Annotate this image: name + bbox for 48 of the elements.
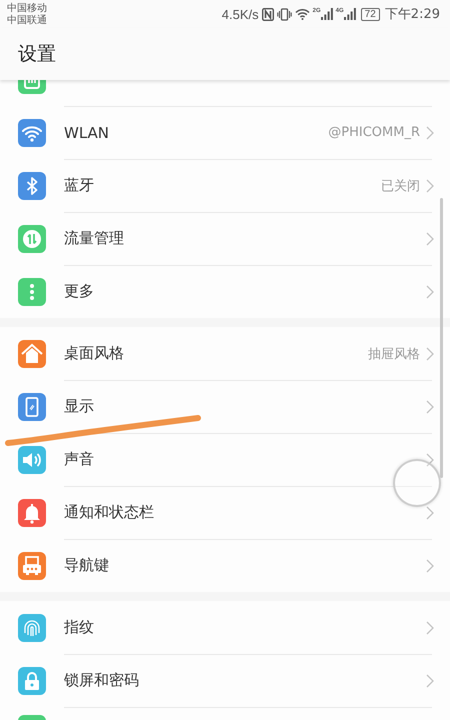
chevron-icon: [426, 506, 434, 520]
item-label: 通知和状态栏: [64, 503, 154, 522]
chevron-icon: [426, 346, 434, 360]
settings-item[interactable]: 声音: [0, 433, 450, 486]
network-speed: 4.5K/s: [222, 6, 259, 22]
settings-item[interactable]: 锁屏和密码: [0, 654, 450, 707]
chevron-icon: [426, 400, 434, 414]
item-label: 更多: [64, 282, 94, 301]
signal-icon: [320, 8, 333, 20]
chevron-icon: [426, 126, 434, 140]
settings-item[interactable]: 通知和状态栏: [0, 486, 450, 539]
item-value: 抽屉风格: [368, 346, 420, 362]
item-value: 已关闭: [381, 178, 420, 194]
clock: 下午2:29: [384, 6, 440, 23]
item-label: 锁屏和密码: [64, 671, 139, 690]
chevron-icon: [426, 232, 434, 246]
chevron-icon: [426, 178, 434, 192]
item-label: 桌面风格: [64, 344, 124, 363]
settings-item[interactable]: 导航键: [0, 539, 450, 592]
nfc-icon: [262, 8, 274, 20]
vibrate-icon: [276, 8, 292, 20]
signal-icon: [344, 8, 356, 20]
settings-item[interactable]: 显示: [0, 380, 450, 433]
battery-level: 72: [360, 8, 380, 20]
chevron-icon: [426, 620, 434, 634]
carrier-name: 中国联通: [7, 14, 47, 26]
settings-item[interactable]: 桌面风格 抽屉风格: [0, 327, 450, 380]
page-title: 设置: [18, 42, 56, 67]
chevron-icon: [426, 452, 434, 466]
wifi-icon: [294, 8, 310, 20]
settings-item[interactable]: 指纹: [0, 601, 450, 654]
item-value: @PHICOMM_R: [328, 125, 420, 140]
carrier-name: 中国移动: [7, 2, 47, 14]
chevron-icon: [426, 284, 434, 298]
item-label: WLAN: [64, 124, 110, 142]
chevron-icon: [426, 674, 434, 688]
item-label: 显示: [64, 397, 94, 416]
chevron-icon: [426, 558, 434, 572]
item-label: 导航键: [64, 556, 109, 575]
settings-item[interactable]: 流量管理: [0, 212, 450, 265]
item-label: 声音: [64, 450, 94, 469]
item-label: 流量管理: [64, 229, 124, 248]
floating-button[interactable]: [393, 459, 441, 507]
item-label: 蓝牙: [64, 176, 94, 195]
settings-item[interactable]: 蓝牙 已关闭: [0, 159, 450, 212]
settings-item[interactable]: 更多: [0, 265, 450, 318]
item-label: 指纹: [64, 618, 94, 637]
settings-item[interactable]: WLAN @PHICOMM_R: [0, 106, 450, 159]
